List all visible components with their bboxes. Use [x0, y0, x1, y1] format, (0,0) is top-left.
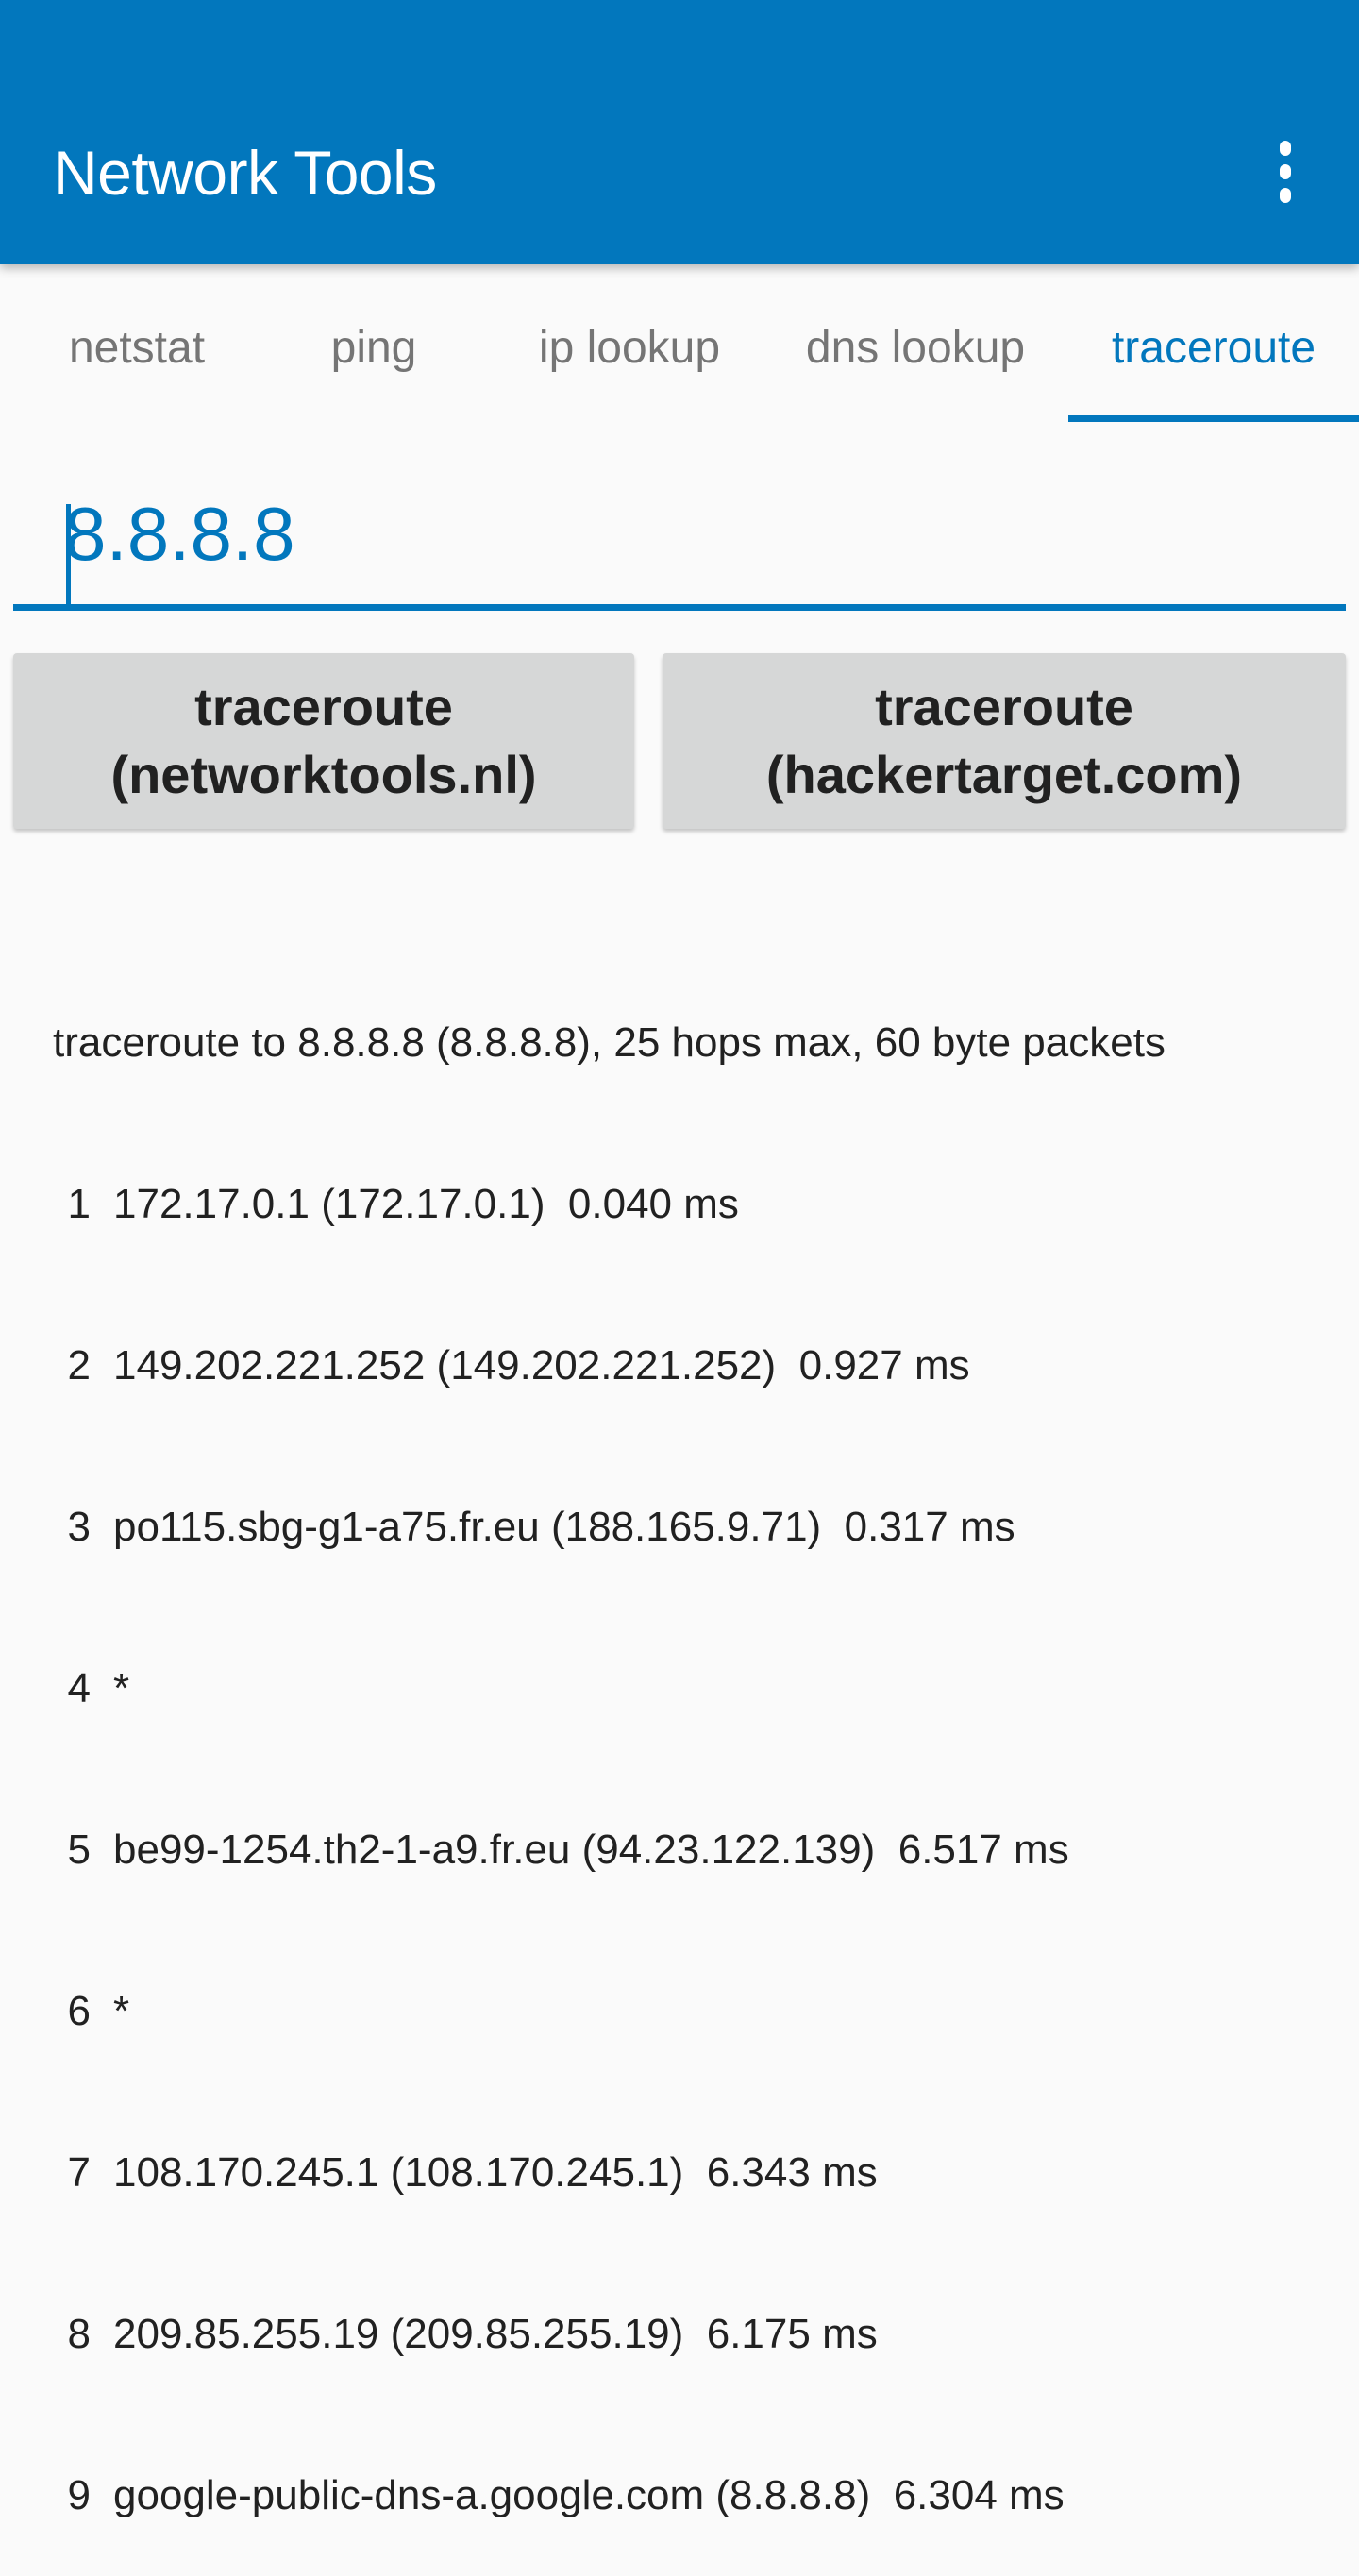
- hop-text: 108.170.245.1 (108.170.245.1) 6.343 ms: [113, 2149, 878, 2196]
- button-label-line2: (hackertarget.com): [765, 745, 1243, 804]
- hop-row: 8 209.85.255.19 (209.85.255.19) 6.175 ms: [53, 2307, 1336, 2361]
- hop-number: 1: [67, 1181, 91, 1227]
- app-bar: Network Tools: [0, 0, 1359, 264]
- more-vert-icon[interactable]: [1251, 132, 1319, 211]
- hop-number: 4: [67, 1665, 91, 1711]
- hop-number: 3: [67, 1504, 91, 1550]
- host-input[interactable]: [53, 481, 1291, 587]
- hop-row: 1 172.17.0.1 (172.17.0.1) 0.040 ms: [53, 1177, 1336, 1231]
- hop-text: 209.85.255.19 (209.85.255.19) 6.175 ms: [113, 2311, 878, 2357]
- tab-dns-lookup[interactable]: dns lookup: [774, 264, 1057, 423]
- app-title: Network Tools: [53, 138, 437, 208]
- hop-text: google-public-dns-a.google.com (8.8.8.8)…: [113, 2472, 1065, 2518]
- hop-text: *: [113, 1988, 130, 2034]
- hop-row: 7 108.170.245.1 (108.170.245.1) 6.343 ms: [53, 2146, 1336, 2199]
- hop-text: be99-1254.th2-1-a9.fr.eu (94.23.122.139)…: [113, 1827, 1069, 1873]
- hop-number: 6: [67, 1988, 91, 2034]
- button-label-line1: traceroute: [875, 677, 1133, 736]
- hop-row: 5 be99-1254.th2-1-a9.fr.eu (94.23.122.139…: [53, 1823, 1336, 1877]
- hop-number: 5: [67, 1827, 91, 1873]
- traceroute-hackertarget-button[interactable]: traceroute (hackertarget.com): [663, 653, 1346, 829]
- hop-text: po115.sbg-g1-a75.fr.eu (188.165.9.71) 0.…: [113, 1504, 1015, 1550]
- hop-text: *: [113, 1665, 130, 1711]
- output-header: traceroute to 8.8.8.8 (8.8.8.8), 25 hops…: [53, 1019, 1166, 1066]
- hop-row: 3 po115.sbg-g1-a75.fr.eu (188.165.9.71) 0…: [53, 1500, 1336, 1554]
- hop-row: 9 google-public-dns-a.google.com (8.8.8.8…: [53, 2468, 1336, 2522]
- button-label-line1: traceroute: [194, 677, 453, 736]
- tab-netstat[interactable]: netstat: [0, 264, 274, 423]
- hop-row: 6 *: [53, 1984, 1336, 2038]
- hop-number: 7: [67, 2149, 91, 2196]
- hop-row: 2 149.202.221.252 (149.202.221.252) 0.927…: [53, 1339, 1336, 1392]
- tab-ping[interactable]: ping: [274, 264, 474, 423]
- tab-traceroute[interactable]: traceroute: [1068, 264, 1359, 423]
- hop-text: 172.17.0.1 (172.17.0.1) 0.040 ms: [113, 1181, 739, 1227]
- text-caret: [66, 504, 71, 610]
- active-tab-indicator: [1068, 415, 1359, 422]
- button-label-line2: (networktools.nl): [110, 745, 537, 804]
- hop-text: 149.202.221.252 (149.202.221.252) 0.927 …: [113, 1342, 970, 1389]
- traceroute-output: traceroute to 8.8.8.8 (8.8.8.8), 25 hops…: [53, 908, 1336, 2576]
- hop-number: 9: [67, 2472, 91, 2518]
- menu-dot: [1280, 141, 1291, 156]
- host-input-container: [13, 463, 1346, 612]
- hop-number: 2: [67, 1342, 91, 1389]
- menu-dot: [1280, 164, 1291, 179]
- traceroute-networktools-button[interactable]: traceroute (networktools.nl): [13, 653, 634, 829]
- hop-row: 4 *: [53, 1661, 1336, 1715]
- tab-ip-lookup[interactable]: ip lookup: [502, 264, 757, 423]
- input-underline: [13, 604, 1346, 611]
- tab-bar: netstat ping ip lookup dns lookup tracer…: [0, 264, 1359, 423]
- hop-number: 8: [67, 2311, 91, 2357]
- menu-dot: [1280, 188, 1291, 203]
